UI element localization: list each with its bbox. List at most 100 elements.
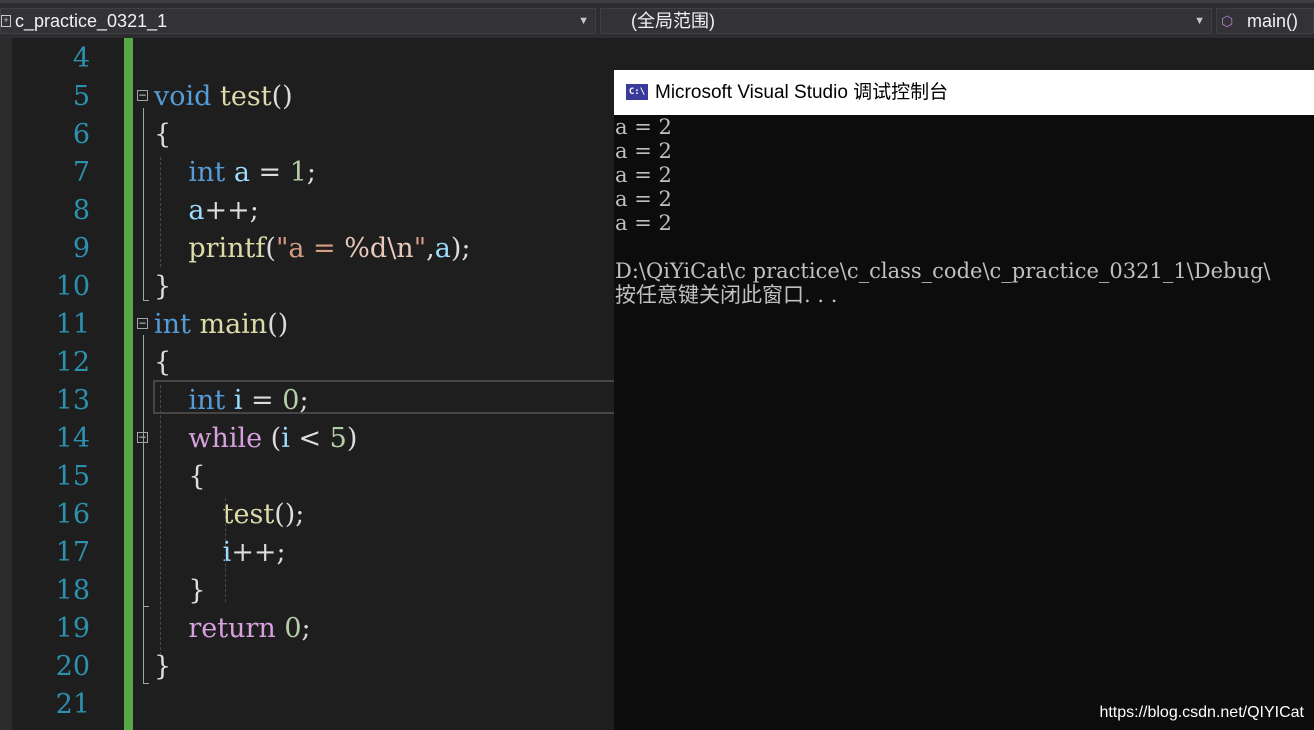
- code-token: 0: [284, 613, 302, 644]
- line-number: 5: [72, 81, 90, 112]
- console-output-line: a = 2: [615, 211, 672, 235]
- code-line[interactable]: 5 − void test(): [0, 78, 614, 116]
- line-number: 4: [72, 43, 90, 74]
- chevron-down-icon: ▼: [578, 15, 589, 27]
- code-token: int: [188, 385, 226, 416]
- code-text: }: [154, 572, 205, 610]
- scope-dropdown[interactable]: (全局范围) ▼: [600, 8, 1212, 34]
- code-text: int a = 1;: [154, 154, 316, 192]
- code-line[interactable]: 12 {: [0, 344, 614, 382]
- code-text: int i = 0;: [154, 382, 309, 420]
- scope-dropdown-label: (全局范围): [631, 11, 715, 31]
- fold-region-end: [143, 300, 149, 301]
- code-line[interactable]: 10}: [0, 268, 614, 306]
- code-line[interactable]: 13 int i = 0;: [0, 382, 614, 420]
- console-titlebar[interactable]: C:\ Microsoft Visual Studio 调试控制台: [614, 70, 1314, 115]
- code-token: =: [242, 385, 283, 416]
- code-token: %d\n: [344, 233, 414, 264]
- code-text: while (i < 5): [154, 420, 357, 458]
- navigation-bar: + c_practice_0321_1 ▼ (全局范围) ▼ ⬡ main(): [0, 0, 1314, 38]
- code-token: (): [267, 309, 289, 340]
- line-number: 20: [55, 651, 90, 682]
- code-line[interactable]: 16 test();: [0, 496, 614, 534]
- console-output-line: a = 2: [615, 115, 672, 139]
- line-number: 16: [55, 499, 90, 530]
- line-number: 9: [72, 233, 90, 264]
- code-text: int main(): [154, 306, 288, 344]
- console-app-icon: C:\: [626, 84, 648, 100]
- code-token: <: [289, 423, 330, 454]
- code-token: printf: [188, 233, 266, 264]
- code-line[interactable]: 11 − int main(): [0, 306, 614, 344]
- collapse-toggle-icon[interactable]: −: [137, 89, 148, 101]
- console-output-line: a = 2: [615, 163, 672, 187]
- console-output: a = 2a = 2a = 2a = 2a = 2 D:\QiYiCat\c p…: [615, 115, 1314, 307]
- code-line[interactable]: 9 printf("a = %d\n",a);: [0, 230, 614, 268]
- fold-region-end: [143, 683, 149, 684]
- code-token: ): [346, 423, 358, 454]
- code-line[interactable]: 14− while (i < 5): [0, 420, 614, 458]
- line-number: 8: [72, 195, 90, 226]
- code-token: {: [154, 347, 172, 378]
- code-line[interactable]: 21: [0, 686, 614, 724]
- code-line[interactable]: 19 return 0;: [0, 610, 614, 648]
- indent-guide: [225, 498, 226, 602]
- code-editor[interactable]: 4 5− void test() 6{7 int a = 1; 8 a++; 9 prin…: [0, 38, 623, 730]
- code-line[interactable]: 6{: [0, 116, 614, 154]
- code-token: ;: [299, 385, 309, 416]
- code-token: {: [154, 461, 206, 492]
- code-token: a: [233, 157, 250, 188]
- line-number: 10: [55, 271, 90, 302]
- code-token: (: [265, 233, 276, 264]
- fold-region-line: [143, 108, 144, 300]
- code-token: int: [154, 309, 191, 340]
- code-token: 1: [289, 157, 307, 188]
- code-token: "a =: [275, 233, 345, 264]
- console-output-line: a = 2: [615, 187, 672, 211]
- chevron-down-icon: ▼: [1194, 15, 1205, 27]
- code-token: ;: [301, 613, 311, 644]
- debug-console-window[interactable]: C:\ Microsoft Visual Studio 调试控制台 a = 2a…: [614, 70, 1314, 730]
- fold-region-line: [143, 335, 144, 683]
- line-number: 12: [55, 347, 90, 378]
- line-number: 17: [55, 537, 90, 568]
- code-token: 0: [282, 385, 300, 416]
- code-token: ++;: [231, 537, 286, 568]
- code-line[interactable]: 4: [0, 40, 614, 78]
- project-dropdown[interactable]: + c_practice_0321_1 ▼: [0, 8, 596, 34]
- line-number: 13: [55, 385, 90, 416]
- member-dropdown-label: main(): [1247, 11, 1299, 31]
- method-cube-icon: ⬡: [1221, 13, 1234, 29]
- code-line[interactable]: 17 i++;: [0, 534, 614, 572]
- code-token: );: [450, 233, 471, 264]
- code-line[interactable]: 18 }: [0, 572, 614, 610]
- watermark: https://blog.csdn.net/QIYICat: [1099, 704, 1304, 721]
- project-dropdown-label: c_practice_0321_1: [15, 11, 168, 31]
- line-number: 19: [55, 613, 90, 644]
- code-text: printf("a = %d\n",a);: [154, 230, 470, 268]
- line-number: 18: [55, 575, 90, 606]
- code-token: }: [154, 271, 172, 302]
- line-number: 6: [72, 119, 90, 150]
- code-line[interactable]: 7 int a = 1;: [0, 154, 614, 192]
- code-token: a: [188, 195, 205, 226]
- code-token: (: [262, 423, 282, 454]
- code-line[interactable]: 8 a++;: [0, 192, 614, 230]
- code-text: {: [154, 458, 206, 496]
- fold-region-end: [143, 606, 149, 607]
- code-token: {: [154, 119, 172, 150]
- code-token: a: [434, 233, 451, 264]
- code-line[interactable]: 15 {: [0, 458, 614, 496]
- code-text: a++;: [154, 192, 258, 230]
- line-number: 11: [55, 309, 90, 340]
- code-token: while: [188, 423, 263, 454]
- code-text: void test(): [154, 78, 293, 116]
- code-token: ();: [274, 499, 305, 530]
- member-dropdown[interactable]: ⬡ main(): [1216, 8, 1314, 34]
- code-line[interactable]: 20}: [0, 648, 614, 686]
- collapse-toggle-icon[interactable]: −: [137, 317, 148, 329]
- code-text: {: [154, 116, 171, 154]
